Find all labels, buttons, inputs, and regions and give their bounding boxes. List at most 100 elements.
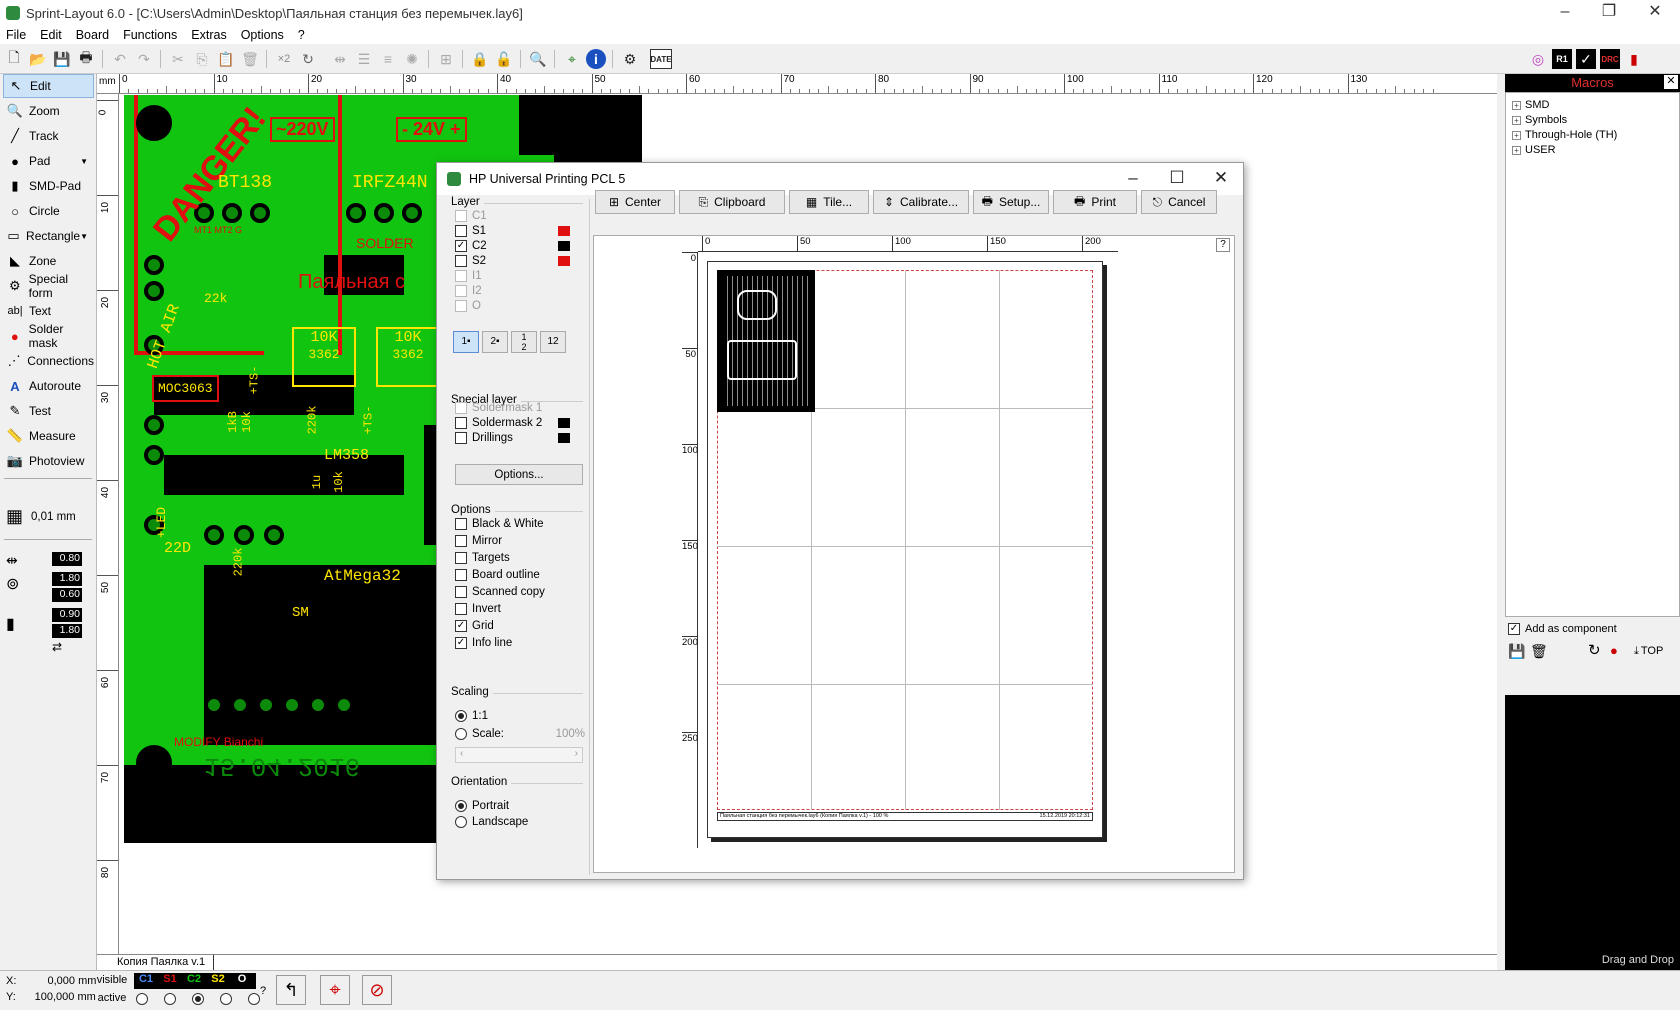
tool-rectangle[interactable]: ▭ Rectangle ▼ bbox=[3, 224, 94, 248]
photoview-toolbar-icon[interactable]: ◎ bbox=[1528, 49, 1548, 69]
landscape-option[interactable]: Landscape bbox=[455, 815, 528, 829]
checkbox[interactable] bbox=[455, 255, 467, 267]
cancel-button[interactable]: ⎋ Cancel bbox=[1141, 190, 1217, 214]
menu-extras[interactable]: Extras bbox=[191, 28, 226, 42]
tool-smd-pad[interactable]: ▮ SMD-Pad bbox=[3, 174, 94, 198]
close-button[interactable]: ✕ bbox=[1632, 0, 1678, 26]
save-icon[interactable]: 💾 bbox=[52, 49, 72, 69]
checkbox[interactable] bbox=[455, 432, 467, 444]
undo-icon[interactable]: ↶ bbox=[110, 49, 130, 69]
search-icon[interactable]: 🔍 bbox=[528, 49, 548, 69]
new-file-icon[interactable]: 🗋 bbox=[4, 49, 24, 69]
snap-icon[interactable]: ✺ bbox=[402, 49, 422, 69]
tool-connections[interactable]: ⋰ Connections bbox=[3, 349, 94, 373]
date-stamp-icon[interactable]: DATE bbox=[650, 49, 672, 69]
option-info-line[interactable]: ✓ Info line bbox=[455, 636, 512, 650]
option-invert[interactable]: Invert bbox=[455, 602, 501, 616]
option-grid[interactable]: ✓ Grid bbox=[455, 619, 494, 633]
tree-item-through-hole[interactable]: + Through-Hole (TH) bbox=[1512, 129, 1617, 141]
layer-color-swatch[interactable] bbox=[558, 241, 570, 251]
layer-color-swatch[interactable] bbox=[558, 433, 570, 443]
checkbox[interactable] bbox=[455, 552, 467, 564]
checkbox[interactable] bbox=[455, 603, 467, 615]
checkbox[interactable] bbox=[455, 535, 467, 547]
group-icon[interactable]: ⊞ bbox=[436, 49, 456, 69]
checkbox[interactable] bbox=[455, 417, 467, 429]
drc-icon[interactable]: DRC bbox=[1600, 49, 1620, 69]
printer-icon[interactable]: 🖶 bbox=[76, 49, 96, 69]
menu-options[interactable]: Options bbox=[241, 28, 284, 42]
options-button[interactable]: Options... bbox=[455, 464, 583, 485]
align-icon[interactable]: ☰ bbox=[354, 49, 374, 69]
open-folder-icon[interactable]: 📂 bbox=[28, 49, 48, 69]
add-component-checkbox[interactable]: ✓ bbox=[1508, 623, 1520, 635]
tool-photoview[interactable]: 📷 Photoview bbox=[3, 449, 94, 473]
pad-outer-field[interactable]: 1.80 bbox=[52, 572, 82, 586]
print-button[interactable]: 🖶 Print bbox=[1053, 190, 1137, 214]
settings-gear-icon[interactable]: ⚙ bbox=[620, 49, 640, 69]
layer-color-swatch[interactable] bbox=[558, 418, 570, 428]
distribute-icon[interactable]: ≡ bbox=[378, 49, 398, 69]
pad-inner-field[interactable]: 0.60 bbox=[52, 588, 82, 602]
paste-icon[interactable]: 📋 bbox=[216, 49, 236, 69]
option-board-outline[interactable]: Board outline bbox=[455, 568, 540, 582]
mode-single-icon[interactable]: 1▪ bbox=[453, 331, 479, 353]
scale-1-1-radio[interactable] bbox=[455, 710, 467, 722]
special-layer-soldermask-2[interactable]: Soldermask 2 bbox=[455, 416, 542, 430]
tool-special-form[interactable]: ⚙ Special form bbox=[3, 272, 94, 300]
scale-custom-option[interactable]: Scale: 100% bbox=[455, 727, 585, 741]
tool-text[interactable]: ab| Text bbox=[3, 299, 94, 323]
tree-item-user[interactable]: + USER bbox=[1512, 144, 1556, 156]
mode-stacked-icon[interactable]: 12 bbox=[511, 331, 537, 353]
record-icon[interactable]: ● bbox=[1610, 643, 1618, 658]
option-targets[interactable]: Targets bbox=[455, 551, 510, 565]
rubberband-off-icon[interactable]: ⊘ bbox=[362, 975, 392, 1005]
duplicate-icon[interactable]: ×2 bbox=[274, 49, 294, 69]
top-view-toggle[interactable]: ⤓ TOP bbox=[1634, 645, 1663, 658]
grid-setting[interactable]: ▦ 0,01 mm bbox=[6, 506, 76, 527]
landscape-radio[interactable] bbox=[455, 816, 467, 828]
info-icon[interactable]: i bbox=[586, 49, 606, 69]
menu-functions[interactable]: Functions bbox=[123, 28, 177, 42]
layer-s1[interactable]: S1 bbox=[455, 224, 486, 238]
scale-1-1-option[interactable]: 1:1 bbox=[455, 709, 488, 723]
copy-icon[interactable]: ⎘ bbox=[192, 49, 212, 69]
checkbox[interactable] bbox=[455, 586, 467, 598]
close-icon[interactable]: ✕ bbox=[1664, 75, 1678, 89]
checkmark-icon[interactable]: ✓ bbox=[1576, 49, 1596, 69]
scale-slider[interactable]: ‹ › bbox=[455, 747, 583, 763]
r1-icon[interactable]: R1 bbox=[1552, 49, 1572, 69]
track-width-field[interactable]: 0.80 bbox=[52, 552, 82, 566]
tool-zone[interactable]: ◣ Zone bbox=[3, 249, 94, 273]
layer-color-swatch[interactable] bbox=[558, 226, 570, 236]
restore-button[interactable]: ❐ bbox=[1586, 0, 1632, 26]
option-black-white[interactable]: Black & White bbox=[455, 517, 544, 531]
mode-sidebyside-icon[interactable]: 12 bbox=[540, 331, 566, 353]
option-mirror[interactable]: Mirror bbox=[455, 534, 502, 548]
alert-icon[interactable]: ▮ bbox=[1624, 49, 1644, 69]
layer-c2[interactable]: ✓ C2 bbox=[455, 239, 487, 253]
smd-width-field[interactable]: 0.90 bbox=[52, 608, 82, 622]
checkbox[interactable]: ✓ bbox=[455, 637, 467, 649]
portrait-radio[interactable] bbox=[455, 800, 467, 812]
setup-button[interactable]: 🖶 Setup... bbox=[973, 190, 1049, 214]
rotate-macro-icon[interactable]: ↻ bbox=[1588, 641, 1601, 659]
tool-edit[interactable]: ↖ Edit bbox=[3, 74, 94, 98]
tile-button[interactable]: ▦ Tile... bbox=[789, 190, 869, 214]
scanned-icon[interactable]: ⌖ bbox=[562, 49, 582, 69]
option-scanned-copy[interactable]: Scanned copy bbox=[455, 585, 545, 599]
center-button[interactable]: ⊞ Center bbox=[595, 190, 675, 214]
help-button[interactable]: ? bbox=[1216, 238, 1230, 252]
layer-s2[interactable]: S2 bbox=[455, 254, 486, 268]
checkbox[interactable]: ✓ bbox=[455, 240, 467, 252]
active-layer-radios[interactable] bbox=[136, 993, 265, 1005]
swap-icon[interactable]: ⇄ bbox=[52, 640, 62, 654]
mode-overlay-icon[interactable]: 2▪ bbox=[482, 331, 508, 353]
checkbox[interactable]: ✓ bbox=[455, 620, 467, 632]
tool-autoroute[interactable]: A Autoroute bbox=[3, 374, 94, 398]
lock-icon[interactable]: 🔒 bbox=[470, 49, 490, 69]
tool-solder-mask[interactable]: ● Solder mask bbox=[3, 322, 94, 350]
layer-color-swatch[interactable] bbox=[558, 256, 570, 266]
track-mode-icon[interactable]: ↰ bbox=[276, 975, 306, 1005]
special-layer-drillings[interactable]: Drillings bbox=[455, 431, 513, 445]
